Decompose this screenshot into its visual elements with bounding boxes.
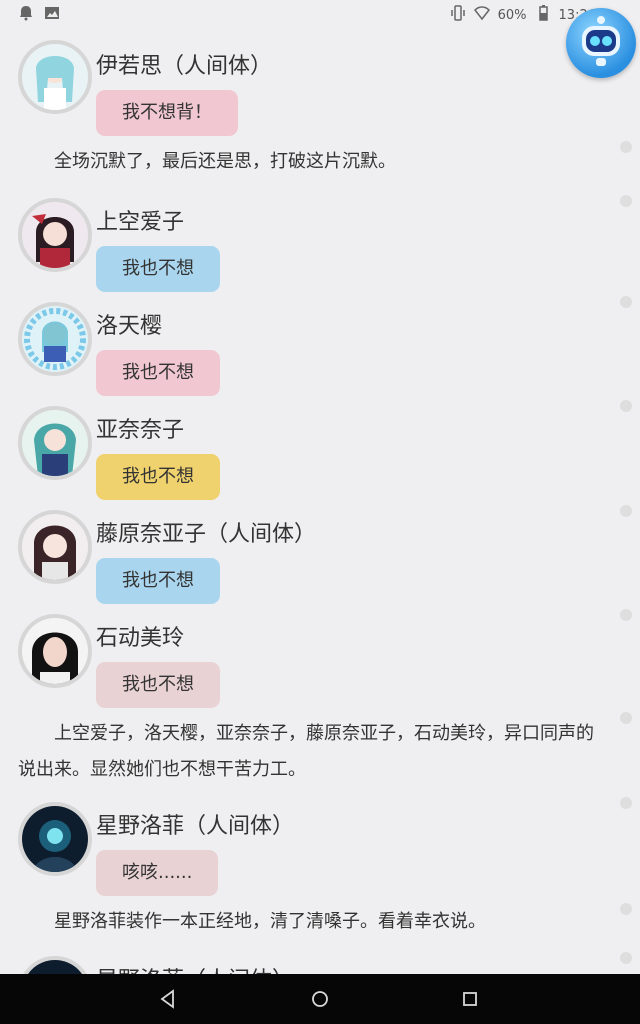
scroll-dot — [620, 141, 632, 153]
scroll-dot — [620, 400, 632, 412]
narration-text: 全场沉默了，最后还是思，打破这片沉默。 — [54, 151, 396, 172]
sender-name: 星野洛菲（人间体） — [96, 814, 295, 839]
sender-name: 石动美玲 — [96, 626, 185, 651]
scroll-dot — [620, 296, 632, 308]
chat-message: 藤原奈亚子（人间体） 我也不想 — [0, 506, 600, 606]
scroll-dot — [620, 903, 632, 915]
sender-name: 上空爱子 — [96, 210, 185, 235]
battery-percent: 60% — [497, 7, 527, 23]
message-bubble: 我也不想 — [96, 662, 220, 708]
sender-name: 亚奈奈子 — [96, 418, 185, 443]
status-bar: 60% 13:26 — [0, 0, 640, 28]
avatar[interactable] — [18, 956, 92, 974]
battery-icon — [535, 5, 551, 25]
message-bubble: 我不想背！ — [96, 90, 238, 136]
sender-name: 藤原奈亚子（人间体） — [96, 522, 317, 547]
message-bubble: 我也不想 — [96, 350, 220, 396]
avatar[interactable] — [18, 510, 92, 584]
scroll-dot — [620, 505, 632, 517]
notification-icon — [18, 5, 34, 25]
message-bubble: 咳咳...... — [96, 850, 219, 896]
chat-message: 伊若思（人间体） 我不想背！ — [0, 38, 600, 144]
navigation-bar — [0, 974, 640, 1024]
avatar[interactable] — [18, 40, 92, 114]
recents-icon[interactable] — [458, 987, 482, 1011]
message-bubble: 我也不想 — [96, 558, 220, 604]
avatar[interactable] — [18, 406, 92, 480]
image-icon — [44, 5, 60, 25]
scroll-dot — [620, 609, 632, 621]
chat-message: 上空爱子 我也不想 — [0, 194, 600, 294]
avatar[interactable] — [18, 302, 92, 376]
scroll-dot — [620, 712, 632, 724]
chat-message: 星野洛菲（人间体） — [0, 952, 600, 974]
chat-message: 石动美玲 我也不想 — [0, 610, 600, 710]
sender-name: 洛天樱 — [96, 314, 163, 339]
back-icon[interactable] — [156, 987, 180, 1011]
scroll-dot — [620, 195, 632, 207]
sender-name: 伊若思（人间体） — [96, 54, 273, 79]
wifi-icon — [473, 5, 490, 25]
chat-message: 洛天樱 我也不想 — [0, 298, 600, 398]
avatar[interactable] — [18, 614, 92, 688]
avatar[interactable] — [18, 802, 92, 876]
narration-text: 上空爱子，洛天樱，亚奈奈子，藤原奈亚子，石动美玲，异口同声的说出来。显然她们也不… — [18, 723, 594, 780]
chat-message: 亚奈奈子 我也不想 — [0, 402, 600, 502]
vibrate-icon — [450, 5, 466, 25]
sender-name: 星野洛菲（人间体） — [96, 962, 294, 974]
message-bubble: 我也不想 — [96, 246, 220, 292]
avatar[interactable] — [18, 198, 92, 272]
chat-feed[interactable]: 伊若思（人间体） 我不想背！ 全场沉默了，最后还是思，打破这片沉默。 上空爱子 … — [0, 30, 640, 974]
chat-message: 星野洛菲（人间体） 咳咳...... — [0, 798, 600, 898]
home-icon[interactable] — [308, 987, 332, 1011]
message-bubble: 我也不想 — [96, 454, 220, 500]
scroll-dot — [620, 797, 632, 809]
narration-text: 星野洛菲装作一本正经地，清了清嗓子。看着幸衣说。 — [54, 911, 486, 932]
scroll-dot — [620, 952, 632, 964]
